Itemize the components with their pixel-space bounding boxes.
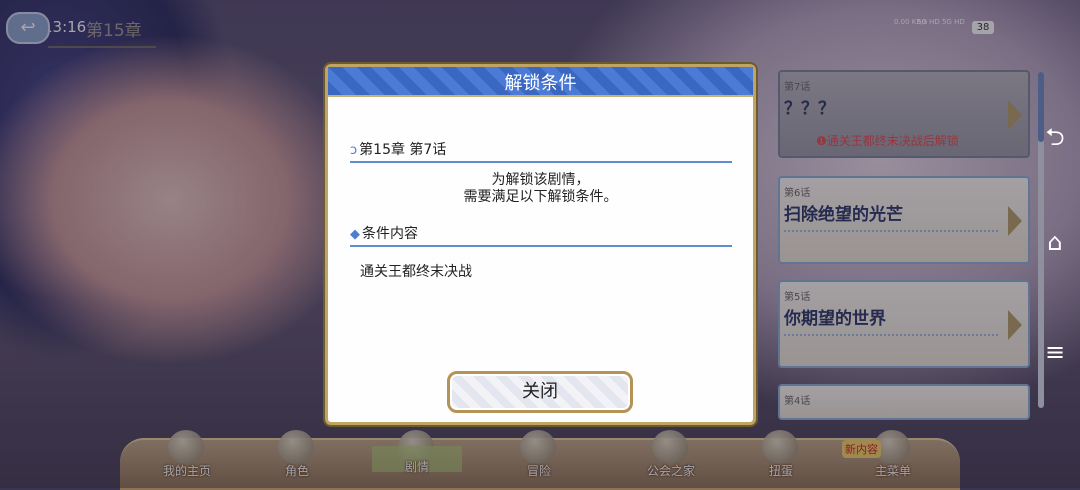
diamond-icon: ◆ — [350, 227, 360, 242]
close-button[interactable]: 关闭 — [447, 371, 633, 413]
dialog-title: 解锁条件 — [504, 73, 577, 94]
episode-heading: ↄ 第15章 第7话 — [350, 139, 732, 163]
unlock-conditions-dialog: 解锁条件 ↄ 第15章 第7话 为解锁该剧情， 需要满足以下解锁条件。 ◆ 条件内容… — [325, 64, 756, 425]
condition-text: 通关王都终末决战 — [360, 264, 472, 280]
dialog-header: 解锁条件 — [328, 67, 753, 97]
condition-heading-text: 条件内容 — [362, 226, 418, 242]
info-line-2: 需要满足以下解锁条件。 — [463, 189, 618, 205]
curl-icon: ↄ — [350, 143, 358, 158]
episode-heading-text: 第15章 第7话 — [359, 142, 447, 158]
back-nav-icon[interactable]: ⮌ — [1042, 120, 1068, 161]
home-nav-icon[interactable]: ⌂ — [1042, 228, 1068, 256]
condition-heading: ◆ 条件内容 — [350, 223, 732, 247]
menu-nav-icon[interactable]: ≡ — [1042, 338, 1068, 366]
